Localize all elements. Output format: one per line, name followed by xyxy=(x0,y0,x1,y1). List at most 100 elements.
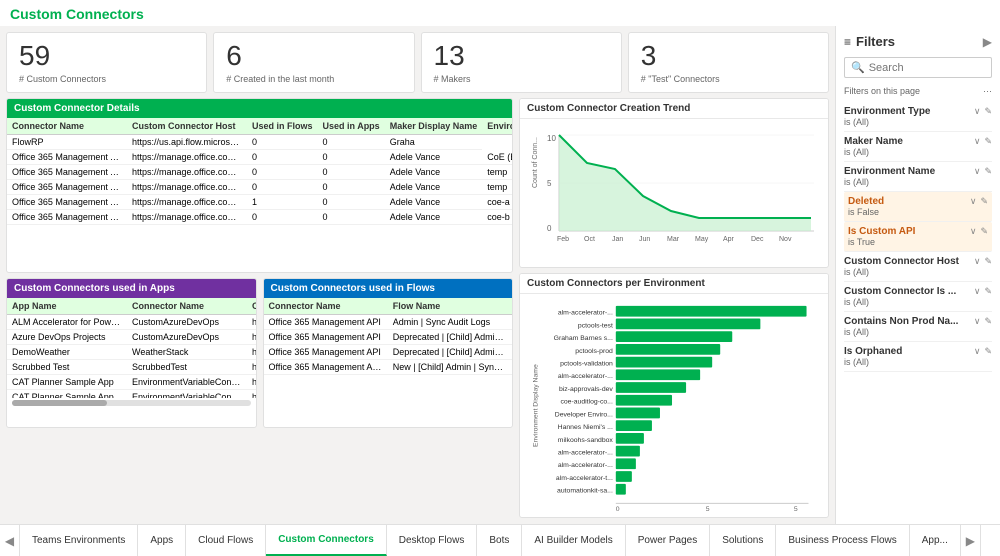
filters-expand-icon[interactable]: ▶ xyxy=(983,35,992,49)
col-apps: Used in Apps xyxy=(318,118,385,135)
filter-name-0: Environment Type xyxy=(844,106,931,117)
filter-edit-icon-3[interactable]: ✎ xyxy=(980,196,988,207)
filter-item-5[interactable]: Custom Connector Host ∨ ✎ is (All) xyxy=(844,252,992,282)
filter-edit-icon-0[interactable]: ✎ xyxy=(984,106,992,117)
tab-custom-connectors[interactable]: Custom Connectors xyxy=(266,525,387,556)
filter-edit-icon-5[interactable]: ✎ xyxy=(984,256,992,267)
kpi-card-2: 13# Makers xyxy=(421,32,622,93)
table-row[interactable]: Office 365 Management API Newhttps://man… xyxy=(7,209,512,224)
table-row[interactable]: Scrubbed TestScrubbedTesthtt xyxy=(7,359,256,374)
filter-edit-icon-4[interactable]: ✎ xyxy=(980,226,988,237)
bar-4 xyxy=(616,356,712,367)
svg-text:alm-accelerator-...: alm-accelerator-... xyxy=(558,309,613,316)
tab-solutions[interactable]: Solutions xyxy=(710,525,776,556)
filter-edit-icon-6[interactable]: ✎ xyxy=(984,286,992,297)
filter-item-0[interactable]: Environment Type ∨ ✎ is (All) xyxy=(844,102,992,132)
per-env-section: Custom Connectors per Environment Enviro… xyxy=(519,273,829,518)
bar-3 xyxy=(616,344,720,355)
table-row[interactable]: DemoWeatherWeatherStackhtt xyxy=(7,344,256,359)
tab-business-process-flows[interactable]: Business Process Flows xyxy=(776,525,909,556)
search-input[interactable] xyxy=(869,62,985,74)
filter-item-6[interactable]: Custom Connector Is ... ∨ ✎ is (All) xyxy=(844,282,992,312)
tab-cloud-flows[interactable]: Cloud Flows xyxy=(186,525,266,556)
filter-edit-icon-2[interactable]: ✎ xyxy=(984,166,992,177)
table-row[interactable]: CAT Planner Sample AppEnvironmentVariabl… xyxy=(7,374,256,389)
filter-item-4[interactable]: Is Custom API ∨ ✎ is True xyxy=(844,222,992,252)
app-cell-5-1: EnvironmentVariableConnector xyxy=(127,389,247,398)
filters-more-icon[interactable]: ··· xyxy=(983,86,992,96)
filters-panel: ≡ Filters ▶ 🔍 Filters on this page ··· E… xyxy=(835,26,1000,524)
filter-chevron-icon-3[interactable]: ∨ xyxy=(970,196,977,207)
svg-text:Environment Display Name: Environment Display Name xyxy=(533,364,540,447)
tab-app...[interactable]: App... xyxy=(910,525,961,556)
table-row[interactable]: Office 365 Management APIhttps://manage.… xyxy=(7,149,512,164)
filter-value-2: is (All) xyxy=(844,177,992,187)
filter-name-5: Custom Connector Host xyxy=(844,256,959,267)
tab-power-pages[interactable]: Power Pages xyxy=(626,525,710,556)
table-row[interactable]: Office 365 Management APIhttps://manage.… xyxy=(7,164,512,179)
tab-apps[interactable]: Apps xyxy=(138,525,186,556)
connector-cell-0-0: FlowRP xyxy=(7,134,127,149)
filter-search-box[interactable]: 🔍 xyxy=(844,57,992,78)
connector-cell-5-0: Office 365 Management API New xyxy=(7,209,127,224)
kpi-value-3: 3 xyxy=(641,41,816,72)
filter-chevron-icon-4[interactable]: ∨ xyxy=(970,226,977,237)
tab-prev-icon[interactable]: ◀ xyxy=(0,525,20,556)
svg-text:pctools-test: pctools-test xyxy=(578,322,613,329)
kpi-label-0: # Custom Connectors xyxy=(19,74,194,84)
svg-text:pctools-validation: pctools-validation xyxy=(560,360,613,367)
table-row[interactable]: Office 365 Management APIhttps://manage.… xyxy=(7,179,512,194)
tab-bots[interactable]: Bots xyxy=(477,525,522,556)
table-row[interactable]: FlowRPhttps://us.api.flow.microsoft.c om… xyxy=(7,134,512,149)
table-row[interactable]: Office 365 Management API NewNew | [Chil… xyxy=(264,359,513,374)
filter-chevron-icon-5[interactable]: ∨ xyxy=(974,256,981,267)
filter-icons-7: ∨ ✎ xyxy=(974,316,992,327)
filter-edit-icon-7[interactable]: ✎ xyxy=(984,316,992,327)
svg-text:5: 5 xyxy=(547,179,552,188)
table-row[interactable]: Office 365 Management API Newhttps://man… xyxy=(7,194,512,209)
connector-cell-4-5: coe-a xyxy=(482,194,512,209)
tab-teams-environments[interactable]: Teams Environments xyxy=(20,525,138,556)
kpi-card-0: 59# Custom Connectors xyxy=(6,32,207,93)
app-cell-2-0: DemoWeather xyxy=(7,344,127,359)
table-row[interactable]: ALM Accelerator for Power PlatformCustom… xyxy=(7,314,256,329)
filter-item-2[interactable]: Environment Name ∨ ✎ is (All) xyxy=(844,162,992,192)
tab-ai-builder-models[interactable]: AI Builder Models xyxy=(522,525,625,556)
table-row[interactable]: Office 365 Management APIDeprecated | [C… xyxy=(264,344,513,359)
table-row[interactable]: Office 365 Management APIAdmin | Sync Au… xyxy=(264,314,513,329)
tab-desktop-flows[interactable]: Desktop Flows xyxy=(387,525,478,556)
app-cell-3-1: ScrubbedTest xyxy=(127,359,247,374)
filter-chevron-icon-1[interactable]: ∨ xyxy=(974,136,981,147)
filter-chevron-icon-2[interactable]: ∨ xyxy=(974,166,981,177)
filter-item-7[interactable]: Contains Non Prod Na... ∨ ✎ is (All) xyxy=(844,312,992,342)
svg-text:alm-accelerator-...: alm-accelerator-... xyxy=(558,462,613,469)
filter-edit-icon-1[interactable]: ✎ xyxy=(984,136,992,147)
apps-header: Custom Connectors used in Apps xyxy=(7,279,256,298)
filter-item-1[interactable]: Maker Name ∨ ✎ is (All) xyxy=(844,132,992,162)
filter-chevron-icon-7[interactable]: ∨ xyxy=(974,316,981,327)
connector-cell-3-1: https://manage.office.com/api /v1.0 xyxy=(127,179,247,194)
connector-cell-0-1: https://us.api.flow.microsoft.c om/ xyxy=(127,134,247,149)
app-cell-5-0: CAT Planner Sample App xyxy=(7,389,127,398)
connector-cell-4-4: Adele Vance xyxy=(385,194,483,209)
connector-cell-5-4: Adele Vance xyxy=(385,209,483,224)
filter-value-5: is (All) xyxy=(844,267,992,277)
col-env: Enviro xyxy=(482,118,512,135)
filter-chevron-icon-6[interactable]: ∨ xyxy=(974,286,981,297)
tab-next-icon[interactable]: ▶ xyxy=(961,525,981,556)
bar-5 xyxy=(616,369,700,380)
filter-item-3[interactable]: Deleted ∨ ✎ is False xyxy=(844,192,992,222)
bar-6 xyxy=(616,382,686,393)
connector-cell-5-5: coe-b xyxy=(482,209,512,224)
table-row[interactable]: CAT Planner Sample AppEnvironmentVariabl… xyxy=(7,389,256,398)
svg-text:Oct: Oct xyxy=(584,236,595,243)
apps-scrollbar[interactable] xyxy=(12,400,251,406)
filter-chevron-icon-0[interactable]: ∨ xyxy=(974,106,981,117)
connector-details-section: Custom Connector Details Connector Name … xyxy=(6,98,513,273)
filter-edit-icon-8[interactable]: ✎ xyxy=(984,346,992,357)
filter-chevron-icon-8[interactable]: ∨ xyxy=(974,346,981,357)
connector-cell-3-2: 0 xyxy=(247,179,318,194)
filter-item-8[interactable]: Is Orphaned ∨ ✎ is (All) xyxy=(844,342,992,372)
table-row[interactable]: Office 365 Management APIDeprecated | [C… xyxy=(264,329,513,344)
table-row[interactable]: Azure DevOps ProjectsCustomAzureDevOpsht… xyxy=(7,329,256,344)
